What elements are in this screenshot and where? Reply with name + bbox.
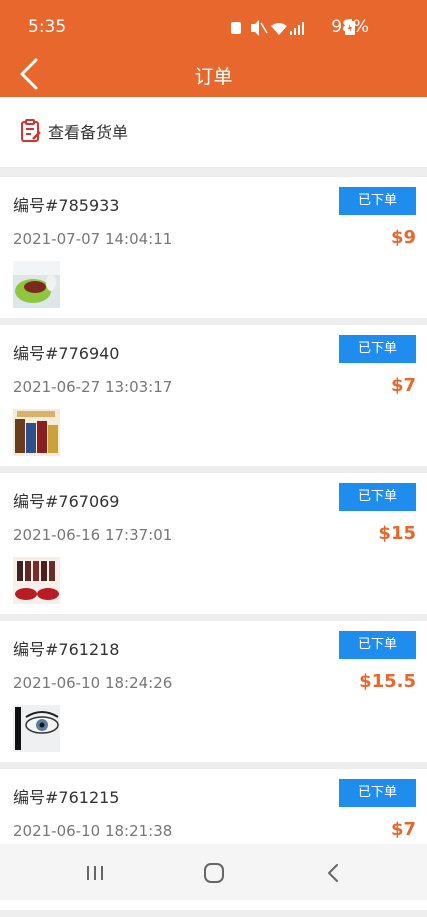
view-stock-list-button[interactable]: 查看备货单 [20, 119, 128, 143]
stock-list-label: 查看备货单 [48, 123, 129, 142]
order-number: 编号#767069 [13, 492, 120, 511]
status-badge[interactable]: 已下单 [339, 779, 416, 807]
status-bar: 5:35 98% [0, 0, 427, 52]
product-thumbnail[interactable] [13, 557, 60, 604]
signal-icons [231, 20, 304, 36]
order-price: $7 [390, 375, 416, 396]
home-button[interactable] [199, 859, 229, 887]
status-badge[interactable]: 已下单 [339, 335, 416, 363]
page-title: 订单 [194, 66, 233, 88]
order-card[interactable]: 编号#767069 已下单 2021-06-16 17:37:01 $15 [0, 473, 427, 614]
nav-back-icon [328, 864, 338, 882]
order-price: $15 [378, 523, 416, 544]
order-price: $15.5 [359, 671, 416, 692]
order-card[interactable]: 编号#761218 已下单 2021-06-10 18:24:26 $15.5 [0, 621, 427, 762]
order-number: 编号#776940 [13, 344, 120, 363]
order-card[interactable]: 编号#776940 已下单 2021-06-27 13:03:17 $7 [0, 325, 427, 466]
clipboard-icon [21, 119, 41, 142]
order-number: 编号#785933 [13, 196, 120, 215]
order-card[interactable]: 编号#785933 已下单 2021-07-07 14:04:11 $9 [0, 177, 427, 318]
product-thumbnail[interactable] [13, 261, 60, 308]
recents-button[interactable] [80, 859, 110, 887]
order-date: 2021-07-07 14:04:11 [13, 230, 173, 248]
nav-back-button[interactable] [318, 859, 348, 887]
app-bar: 订单 [0, 52, 427, 97]
battery-icon [345, 19, 355, 35]
order-date: 2021-06-27 13:03:17 [13, 378, 173, 396]
toolbar: 查看备货单 [0, 97, 427, 167]
product-thumbnail[interactable] [13, 705, 60, 752]
order-date: 2021-06-16 17:37:01 [13, 526, 173, 544]
recents-icon [87, 866, 103, 880]
status-time: 5:35 [28, 17, 67, 37]
order-price: $9 [390, 227, 416, 248]
status-badge[interactable]: 已下单 [339, 483, 416, 511]
status-badge[interactable]: 已下单 [339, 187, 416, 215]
status-badge[interactable]: 已下单 [339, 631, 416, 659]
order-number: 编号#761218 [13, 640, 120, 659]
order-date: 2021-06-10 18:24:26 [13, 674, 173, 692]
home-icon [204, 863, 224, 883]
order-number: 编号#761215 [13, 788, 120, 807]
order-list: 编号#785933 已下单 2021-07-07 14:04:11 $9 编号#… [0, 177, 427, 917]
order-price: $7 [390, 819, 416, 840]
system-nav-bar [0, 844, 427, 900]
product-thumbnail[interactable] [13, 409, 60, 456]
order-date: 2021-06-10 18:21:38 [13, 822, 173, 840]
